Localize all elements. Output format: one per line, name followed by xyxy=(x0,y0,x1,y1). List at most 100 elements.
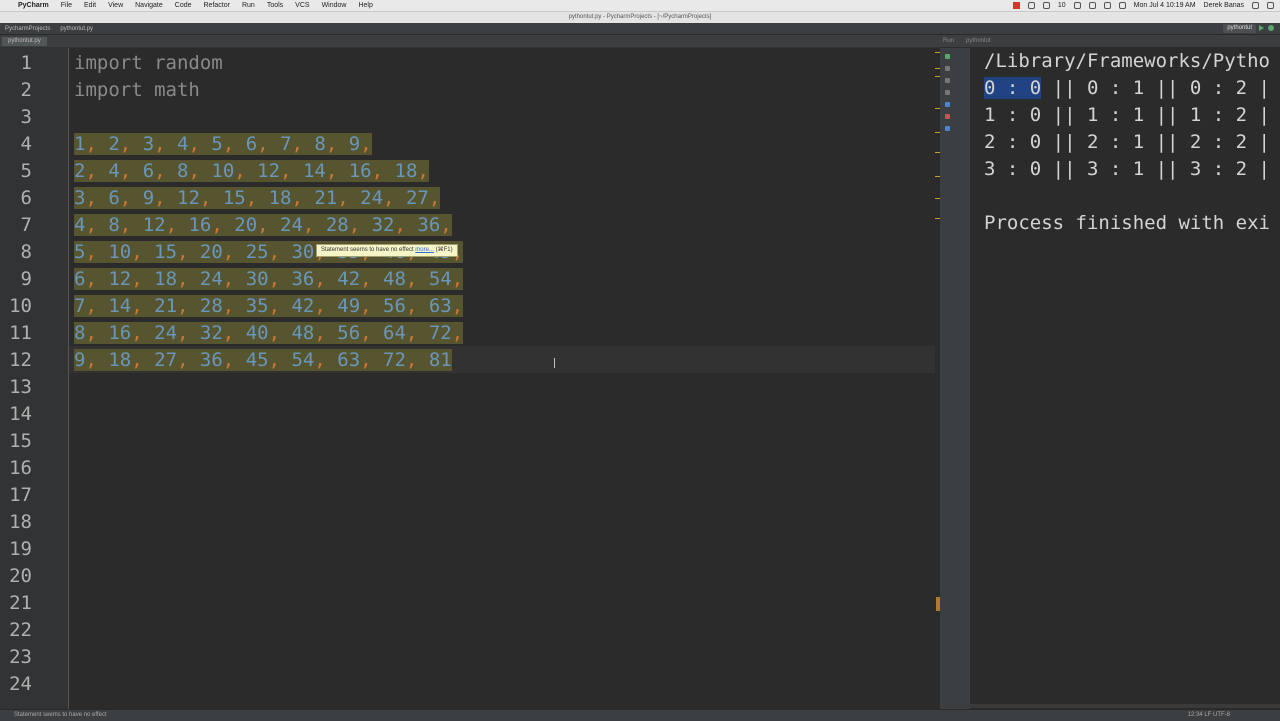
run-icon[interactable] xyxy=(1259,25,1264,31)
status-bar: Statement seems to have no effect 12:34 … xyxy=(0,709,1280,721)
code-line: 6, 12, 18, 24, 30, 36, 42, 48, 54, xyxy=(74,268,464,290)
editor-tab-bar: pythontut.py xyxy=(0,35,940,48)
console-horizontal-scrollbar[interactable] xyxy=(970,704,1280,708)
menu-extras: 10 Mon Jul 4 10:19 AM Derek Banas xyxy=(1012,0,1274,11)
run-config-select[interactable]: pythontut xyxy=(1223,24,1256,33)
stop-icon[interactable] xyxy=(945,66,950,71)
macos-menu-bar: PyCharm File Edit View Navigate Code Ref… xyxy=(0,0,1280,12)
tooltip-more-link[interactable]: more... xyxy=(415,247,434,253)
line-number: 2 xyxy=(20,79,32,101)
run-console[interactable]: /Library/Frameworks/Pytho 0 : 0 || 0 : 1 … xyxy=(970,48,1280,710)
code-line: 7, 14, 21, 28, 35, 42, 49, 56, 63, xyxy=(74,295,464,317)
list-icon[interactable] xyxy=(1267,2,1274,9)
caret-position[interactable]: 12:34 xyxy=(1188,712,1203,718)
line-number: 18 xyxy=(9,511,32,533)
line-separator[interactable]: LF xyxy=(1204,712,1211,718)
console-line: Process finished with exi xyxy=(984,212,1270,234)
dropbox-icon[interactable] xyxy=(1027,2,1035,9)
line-number: 16 xyxy=(9,457,32,479)
console-line: /Library/Frameworks/Pytho xyxy=(984,50,1270,72)
code-line: 3, 6, 9, 12, 15, 18, 21, 24, 27, xyxy=(74,187,441,209)
clock[interactable]: Mon Jul 4 10:19 AM xyxy=(1134,2,1196,9)
user-name[interactable]: Derek Banas xyxy=(1204,2,1244,9)
line-number: 19 xyxy=(9,538,32,560)
line-number: 10 xyxy=(9,295,32,317)
breadcrumb-file[interactable]: pythontut.py xyxy=(55,26,98,32)
menu-file[interactable]: File xyxy=(55,2,78,9)
menu-code[interactable]: Code xyxy=(169,2,198,9)
code-line: 9, 18, 27, 36, 45, 54, 63, 72, 81 xyxy=(74,349,452,371)
line-number: 4 xyxy=(20,133,32,155)
rerun-icon[interactable] xyxy=(945,54,950,59)
line-number: 9 xyxy=(20,268,32,290)
status-message: Statement seems to have no effect xyxy=(14,712,107,718)
line-number-gutter[interactable]: 1 2 3 4 5 6 7 8 9 10 11 12 13 14 15 16 17 18 19 20 21 22 23 24 xyxy=(0,48,69,710)
run-panel-header: Run pythontut xyxy=(940,35,1280,47)
close-run-icon[interactable] xyxy=(945,114,950,119)
wifi-icon[interactable] xyxy=(1088,2,1096,9)
line-number: 3 xyxy=(20,106,32,128)
menu-edit[interactable]: Edit xyxy=(78,2,102,9)
run-panel-config[interactable]: pythontut xyxy=(966,38,991,44)
line-number: 14 xyxy=(9,403,32,425)
volume-icon[interactable] xyxy=(1103,2,1111,9)
line-number: 5 xyxy=(20,160,32,182)
battery-status[interactable]: 10 xyxy=(1058,2,1066,9)
console-line: 0 : 0 || 0 : 1 || 0 : 2 | xyxy=(984,77,1270,99)
settings-icon[interactable] xyxy=(945,102,950,107)
run-panel-label[interactable]: Run xyxy=(943,38,954,44)
menu-window[interactable]: Window xyxy=(316,2,353,9)
breadcrumb-project[interactable]: PycharmProjects xyxy=(0,26,55,32)
pause-icon[interactable] xyxy=(945,78,950,83)
menu-vcs[interactable]: VCS xyxy=(289,2,315,9)
code-line: 1, 2, 3, 4, 5, 6, 7, 8, 9, xyxy=(74,133,372,155)
navigation-bar: PycharmProjects pythontut.py pythontut xyxy=(0,23,1280,35)
line-number: 6 xyxy=(20,187,32,209)
airplay-icon[interactable] xyxy=(1073,2,1081,9)
code-line: 8, 16, 24, 32, 40, 48, 56, 64, 72, xyxy=(74,322,464,344)
code-line: import math xyxy=(74,79,200,101)
file-encoding[interactable]: UTF-8 xyxy=(1213,712,1230,718)
line-number: 11 xyxy=(9,322,32,344)
record-icon[interactable] xyxy=(1012,2,1020,9)
menu-view[interactable]: View xyxy=(102,2,129,9)
tooltip-message: Statement seems to have no effect xyxy=(321,247,414,253)
console-line: 2 : 0 || 2 : 1 || 2 : 2 | xyxy=(984,131,1270,153)
line-number: 8 xyxy=(20,241,32,263)
line-number: 22 xyxy=(9,619,32,641)
line-number: 24 xyxy=(9,673,32,695)
tooltip-shortcut: (⌘F1) xyxy=(435,247,453,253)
scroll-icon[interactable] xyxy=(945,90,950,95)
code-line: import random xyxy=(74,52,223,74)
menu-help[interactable]: Help xyxy=(352,2,378,9)
code-line: 2, 4, 6, 8, 10, 12, 14, 16, 18, xyxy=(74,160,429,182)
menu-navigate[interactable]: Navigate xyxy=(129,2,169,9)
line-number: 21 xyxy=(9,592,32,614)
search-icon[interactable] xyxy=(1252,2,1259,9)
menu-tools[interactable]: Tools xyxy=(261,2,289,9)
help-icon[interactable] xyxy=(945,126,950,131)
line-number: 17 xyxy=(9,484,32,506)
menu-run[interactable]: Run xyxy=(236,2,261,9)
line-number: 12 xyxy=(9,349,32,371)
flag-icon[interactable] xyxy=(1118,2,1126,9)
code-editor[interactable]: import random import math 1, 2, 3, 4, 5, 6… xyxy=(69,48,935,710)
debug-icon[interactable] xyxy=(1268,25,1274,31)
code-line: 4, 8, 12, 16, 20, 24, 28, 32, 36, xyxy=(74,214,452,236)
line-number: 7 xyxy=(20,214,32,236)
status-right: 12:34 LF UTF-8 xyxy=(1188,710,1230,721)
line-number: 13 xyxy=(9,376,32,398)
mouse-ibeam-cursor xyxy=(554,358,555,368)
tab-pythontut[interactable]: pythontut.py xyxy=(2,37,47,46)
line-number: 23 xyxy=(9,646,32,668)
menu-app-name[interactable]: PyCharm xyxy=(14,2,55,9)
window-title: pythontut.py - PycharmProjects - [~/Pych… xyxy=(0,12,1280,23)
menu-refactor[interactable]: Refactor xyxy=(198,2,236,9)
upload-icon[interactable] xyxy=(1042,2,1050,9)
console-line: 1 : 0 || 1 : 1 || 1 : 2 | xyxy=(984,104,1270,126)
line-number: 1 xyxy=(20,52,32,74)
line-number: 15 xyxy=(9,430,32,452)
run-toolbar xyxy=(940,48,970,710)
inspection-tooltip[interactable]: Statement seems to have no effect more..… xyxy=(316,244,458,257)
line-number: 20 xyxy=(9,565,32,587)
